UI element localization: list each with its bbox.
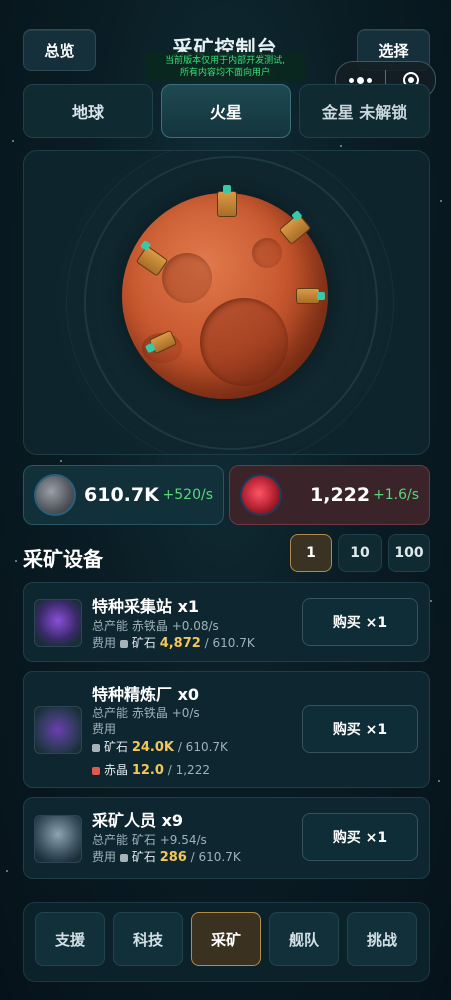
output-label: 总产能 (92, 706, 129, 720)
crater (200, 298, 288, 386)
tab-mars[interactable]: 火星 (161, 84, 291, 138)
buy-button[interactable]: 购买 ×1 (302, 705, 418, 753)
buy-label: 购买 ×1 (332, 830, 388, 846)
quantity-10-label: 10 (350, 545, 370, 561)
output-resource: 矿石 (131, 833, 156, 847)
output-rate: +0.08/s (171, 619, 219, 633)
red-crystal-icon (240, 474, 282, 516)
ore-icon (34, 474, 76, 516)
quantity-1-button[interactable]: 1 (290, 534, 332, 572)
tab-mars-label: 火星 (209, 103, 242, 122)
crater (252, 238, 282, 268)
equipment-card: 特种采集站 x1 总产能 赤铁晶 +0.08/s 费用 矿石 4,872 / 6… (23, 582, 430, 662)
equipment-card: 采矿人员 x9 总产能 矿石 +9.54/s 费用 矿石 286 / 610.7… (23, 797, 430, 879)
red-crystal-small-icon (92, 766, 100, 775)
app-root: 总览 采矿控制台 选择 当前版本仅用于内部开发测试, 所有内容均不面向用户 地球… (0, 0, 451, 1000)
equipment-cost-ore: 矿石 24.0K / 610.7K (92, 738, 228, 755)
equipment-output: 总产能 矿石 +9.54/s (92, 831, 207, 848)
cost-owned: / 610.7K (190, 850, 241, 864)
nav-challenge[interactable]: 挑战 (347, 912, 417, 966)
nav-fleet[interactable]: 舰队 (269, 912, 339, 966)
equipment-card: 特种精炼厂 x0 总产能 赤铁晶 +0/s 费用 矿石 24.0K / 610.… (23, 671, 430, 788)
output-label: 总产能 (92, 833, 129, 847)
quantity-100-label: 100 (394, 545, 424, 561)
nav-tech[interactable]: 科技 (113, 912, 183, 966)
cost-amount: 4,872 (159, 636, 201, 651)
cost-amount: 286 (159, 850, 187, 865)
drill-unit-icon (217, 185, 237, 217)
crystal-resource-card: 1,222 +1.6/s (229, 465, 430, 525)
select-label: 选择 (378, 41, 409, 60)
ore-resource-card: 610.7K +520/s (23, 465, 224, 525)
cost-resource: 矿石 (131, 636, 156, 650)
buy-label: 购买 ×1 (332, 615, 388, 631)
cost-amount: 12.0 (131, 763, 164, 778)
nav-support[interactable]: 支援 (35, 912, 105, 966)
cost-resource: 矿石 (131, 850, 156, 864)
dev-notice-banner: 当前版本仅用于内部开发测试, 所有内容均不面向用户 (145, 52, 305, 82)
cost-amount: 24.0K (131, 740, 174, 755)
buy-button[interactable]: 购买 ×1 (302, 598, 418, 646)
tab-earth-label: 地球 (71, 103, 104, 122)
ore-small-icon (92, 743, 100, 752)
ore-small-icon (119, 639, 128, 648)
ore-small-icon (119, 853, 128, 862)
crater (162, 253, 212, 303)
equipment-output: 总产能 赤铁晶 +0/s (92, 704, 200, 721)
cost-owned: / 1,222 (167, 763, 210, 777)
overview-button[interactable]: 总览 (23, 29, 96, 71)
equipment-name: 特种精炼厂 x0 (92, 685, 200, 704)
tab-venus-locked[interactable]: 金星 未解锁 (299, 84, 430, 138)
output-resource: 赤铁晶 (131, 706, 168, 720)
purple-crystal-station-icon (34, 599, 82, 647)
nav-mining[interactable]: 采矿 (191, 912, 261, 966)
equipment-cost: 费用 矿石 286 / 610.7K (92, 848, 241, 865)
cost-label: 费用 (92, 722, 117, 736)
cost-label: 费用 (92, 636, 117, 650)
cost-owned: / 610.7K (204, 636, 255, 650)
nav-support-label: 支援 (54, 930, 85, 949)
buy-button[interactable]: 购买 ×1 (302, 813, 418, 861)
refinery-icon (34, 706, 82, 754)
tab-earth[interactable]: 地球 (23, 84, 153, 138)
nav-fleet-label: 舰队 (288, 930, 319, 949)
nav-challenge-label: 挑战 (366, 930, 397, 949)
cost-resource: 赤晶 (104, 763, 129, 777)
output-rate: +0/s (171, 706, 200, 720)
section-title: 采矿设备 (23, 547, 103, 571)
buy-label: 购买 ×1 (332, 722, 388, 738)
crystal-rate: +1.6/s (372, 487, 419, 503)
more-menu-icon[interactable] (336, 76, 385, 84)
quantity-1-label: 1 (306, 545, 316, 561)
equipment-name: 特种采集站 x1 (92, 597, 200, 616)
equipment-cost-crystal: 赤晶 12.0 / 1,222 (92, 761, 210, 778)
ore-rate: +520/s (162, 487, 213, 503)
quantity-10-button[interactable]: 10 (338, 534, 382, 572)
cost-resource: 矿石 (104, 740, 129, 754)
planet-view (23, 150, 430, 455)
crystal-value: 1,222 (310, 484, 371, 506)
output-resource: 赤铁晶 (131, 619, 168, 633)
equipment-cost: 费用 矿石 4,872 / 610.7K (92, 634, 255, 651)
output-rate: +9.54/s (159, 833, 207, 847)
nav-mining-label: 采矿 (210, 930, 241, 949)
cost-label: 费用 (92, 850, 117, 864)
output-label: 总产能 (92, 619, 129, 633)
equipment-output: 总产能 赤铁晶 +0.08/s (92, 617, 219, 634)
overview-label: 总览 (44, 41, 75, 60)
tab-venus-label: 金星 未解锁 (321, 103, 408, 122)
drill-unit-icon (296, 288, 325, 304)
equipment-name: 采矿人员 x9 (92, 811, 184, 830)
miner-icon (34, 815, 82, 863)
ore-value: 610.7K (84, 484, 159, 506)
quantity-100-button[interactable]: 100 (388, 534, 430, 572)
notice-line-1: 当前版本仅用于内部开发测试, (165, 56, 285, 66)
cost-owned: / 610.7K (177, 740, 228, 754)
notice-line-2: 所有内容均不面向用户 (179, 68, 270, 78)
nav-tech-label: 科技 (132, 930, 163, 949)
